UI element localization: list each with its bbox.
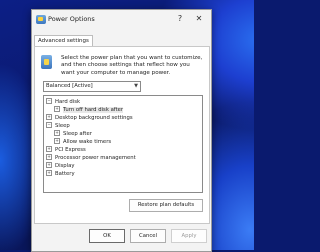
expand-icon[interactable]: + (54, 129, 60, 136)
instructions-text: Select the power plan that you want to c… (61, 55, 203, 76)
tree-node-label: Sleep (55, 123, 70, 129)
power-options-icon (36, 15, 46, 24)
tree-node-allow-wake-timers[interactable]: + Allow wake timers (54, 137, 112, 146)
window-title: Power Options (48, 15, 95, 23)
expand-icon[interactable]: + (54, 105, 60, 112)
tree-node-label: Battery (55, 171, 75, 177)
collapse-icon[interactable]: − (46, 121, 52, 128)
restore-plan-defaults-button[interactable]: Restore plan defaults (129, 199, 203, 212)
help-button[interactable]: ? (173, 12, 187, 26)
chevron-down-icon: ▼ (134, 83, 138, 89)
power-plan-value: Balanced [Active] (46, 83, 93, 89)
expand-icon[interactable]: + (54, 137, 60, 144)
tree-node-label: Desktop background settings (55, 115, 133, 121)
expand-icon[interactable]: + (46, 145, 52, 152)
tree-node-desktop-background-settings[interactable]: + Desktop background settings (46, 113, 133, 122)
title-bar: Power Options ? ✕ (32, 10, 211, 30)
tab-strip: Advanced settings (32, 32, 211, 47)
collapse-icon[interactable]: − (46, 97, 52, 104)
power-plan-dropdown[interactable]: Balanced [Active] ▼ (43, 81, 141, 92)
tree-node-label: Display (55, 163, 75, 169)
settings-tree[interactable]: − Hard disk + Turn off hard disk after + De… (43, 95, 203, 193)
ok-button[interactable]: OK (89, 229, 125, 243)
tree-node-label: PCI Express (55, 147, 86, 153)
tree-node-label: Turn off hard disk after (63, 107, 124, 113)
expand-icon[interactable]: + (46, 161, 52, 168)
tree-node-label: Sleep after (63, 131, 92, 137)
tree-node-label: Allow wake timers (63, 139, 112, 145)
power-options-dialog: Power Options ? ✕ Advanced settings Sele… (31, 9, 212, 252)
tree-node-turn-off-hard-disk-after[interactable]: + Turn off hard disk after (54, 105, 124, 114)
cancel-button[interactable]: Cancel (130, 229, 166, 243)
power-plan-icon (41, 55, 52, 69)
advanced-settings-panel: Select the power plan that you want to c… (34, 46, 210, 224)
expand-icon[interactable]: + (46, 153, 52, 160)
tree-node-label: Hard disk (55, 99, 81, 105)
expand-icon[interactable]: + (46, 169, 52, 176)
apply-button[interactable]: Apply (171, 229, 207, 243)
expand-icon[interactable]: + (46, 113, 52, 120)
tree-node-battery[interactable]: + Battery (46, 169, 75, 178)
tree-node-processor-power-management[interactable]: + Processor power management (46, 153, 136, 162)
close-button[interactable]: ✕ (192, 12, 206, 26)
tree-node-hard-disk[interactable]: − Hard disk (46, 97, 81, 106)
tree-node-label: Processor power management (55, 155, 136, 161)
